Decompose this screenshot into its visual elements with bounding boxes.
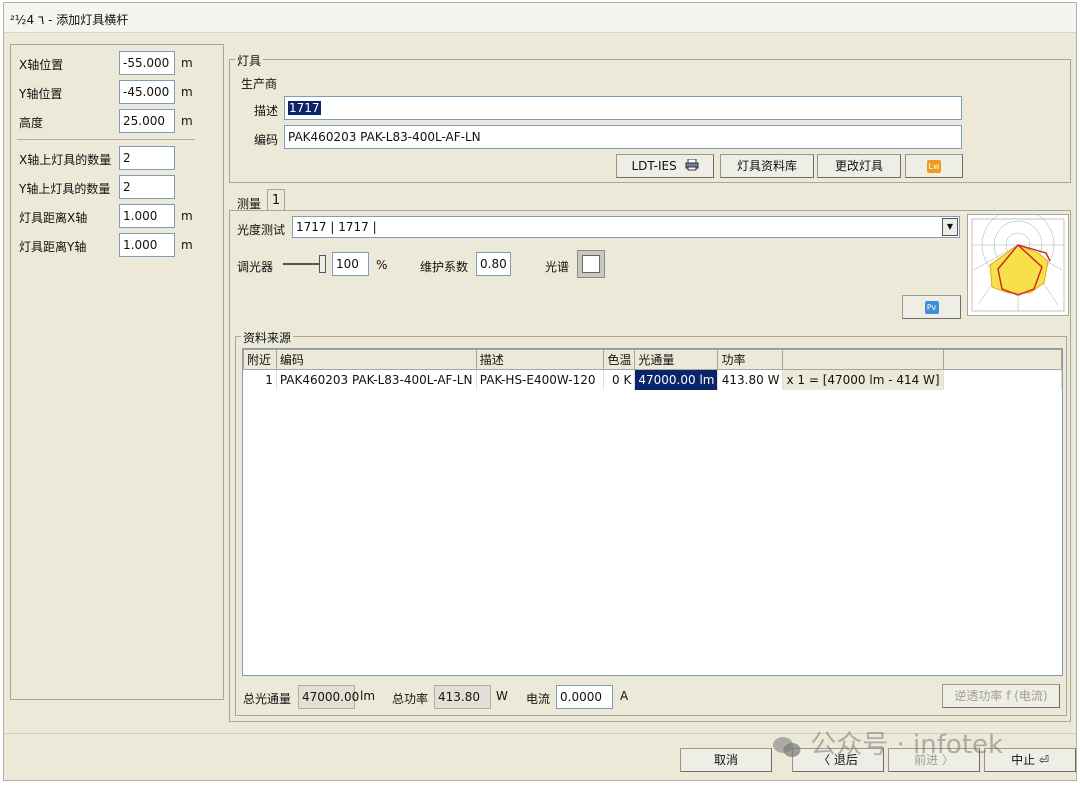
change-luminaire-button[interactable]: 更改灯具 bbox=[817, 154, 901, 178]
y-position-unit: m bbox=[181, 85, 193, 99]
current-unit: A bbox=[620, 689, 629, 703]
maintenance-label: 维护系数 bbox=[420, 260, 469, 274]
height-input[interactable]: 25.000 bbox=[119, 109, 175, 133]
x-position-unit: m bbox=[181, 56, 193, 70]
height-label: 高度 bbox=[19, 116, 44, 130]
y-distance-unit: m bbox=[181, 238, 193, 252]
total-flux-label: 总光通量 bbox=[243, 692, 292, 706]
spectrum-color bbox=[582, 255, 600, 273]
luminaire-group-title: 灯具 bbox=[235, 52, 264, 69]
window-title: ²½4 ٦ - 添加灯具横杆 bbox=[10, 13, 129, 27]
total-power-unit: W bbox=[496, 689, 508, 703]
y-distance-input[interactable]: 1.000 bbox=[119, 233, 175, 257]
current-input[interactable]: 0.0000 bbox=[556, 685, 613, 709]
height-unit: m bbox=[181, 114, 193, 128]
photometry-label: 光度测试 bbox=[237, 223, 286, 237]
column-header[interactable]: 编码 bbox=[275, 349, 477, 370]
dimmer-input[interactable]: 100 bbox=[332, 252, 369, 276]
column-header[interactable]: 附近 bbox=[243, 349, 277, 370]
pv-button[interactable]: Pv bbox=[902, 295, 961, 319]
wechat-icon bbox=[772, 735, 802, 757]
reverse-power-button[interactable]: 逆透功率 f (电流) bbox=[942, 684, 1060, 708]
current-label: 电流 bbox=[526, 692, 551, 706]
maintenance-input[interactable]: 0.80 bbox=[476, 252, 511, 276]
source-table-wrapper: 附近 编码 描述 色温 光通量 功率 1 PAK460203 PAK-L83-4… bbox=[242, 348, 1063, 676]
table-row[interactable]: 1 PAK460203 PAK-L83-400L-AF-LN PAK-HS-E4… bbox=[243, 369, 1062, 390]
column-header[interactable]: 描述 bbox=[475, 349, 605, 370]
lw-button[interactable]: Lw bbox=[905, 154, 963, 178]
dimmer-label: 调光器 bbox=[237, 260, 274, 274]
dimmer-track bbox=[283, 263, 323, 265]
spectrum-label: 光谱 bbox=[545, 260, 570, 274]
spectrum-swatch[interactable] bbox=[577, 250, 605, 278]
total-power-label: 总功率 bbox=[392, 692, 429, 706]
photometry-value: 1717 | 1717 | bbox=[296, 220, 377, 234]
table-cell[interactable]: x 1 = [47000 lm - 414 W] bbox=[782, 369, 944, 390]
tab-measure-index[interactable]: 1 bbox=[267, 189, 285, 211]
lw-icon: Lw bbox=[927, 160, 941, 173]
y-position-input[interactable]: -45.000 bbox=[119, 80, 175, 104]
column-header[interactable]: 光通量 bbox=[634, 349, 719, 370]
column-header[interactable]: 色温 bbox=[603, 349, 636, 370]
ldt-ies-button[interactable]: LDT-IES bbox=[616, 154, 714, 178]
y-distance-label: 灯具距离Y轴 bbox=[19, 240, 87, 254]
dimmer-slider[interactable] bbox=[283, 253, 327, 275]
source-group-title: 资料来源 bbox=[241, 329, 294, 346]
code-label: 编码 bbox=[254, 133, 279, 147]
column-header-filler bbox=[942, 349, 1062, 370]
table-cell[interactable]: 0 K bbox=[603, 369, 636, 390]
x-count-input[interactable]: 2 bbox=[119, 146, 175, 170]
x-distance-label: 灯具距离X轴 bbox=[19, 211, 88, 225]
x-position-label: X轴位置 bbox=[19, 58, 64, 72]
total-flux-value: 47000.00 bbox=[298, 685, 359, 709]
table-cell-filler bbox=[943, 369, 1062, 390]
photometric-diagram bbox=[967, 214, 1069, 316]
y-count-label: Y轴上灯具的数量 bbox=[19, 182, 111, 196]
description-label: 描述 bbox=[254, 104, 279, 118]
table-cell[interactable]: PAK-HS-E400W-120 bbox=[476, 369, 605, 390]
code-input[interactable]: PAK460203 PAK-L83-400L-AF-LN bbox=[284, 125, 962, 149]
x-distance-input[interactable]: 1.000 bbox=[119, 204, 175, 228]
luminaire-catalog-button[interactable]: 灯具资料库 bbox=[720, 154, 814, 178]
y-count-input[interactable]: 2 bbox=[119, 175, 175, 199]
watermark-text: 公众号 · infotek bbox=[810, 730, 1004, 760]
table-header-row: 附近 编码 描述 色温 光通量 功率 bbox=[243, 349, 1062, 370]
description-input[interactable]: 1717 bbox=[284, 96, 962, 120]
left-divider bbox=[17, 139, 195, 140]
tab-measure-index-label: 1 bbox=[271, 193, 281, 208]
source-table: 附近 编码 描述 色温 光通量 功率 1 PAK460203 PAK-L83-4… bbox=[243, 349, 1062, 390]
x-distance-unit: m bbox=[181, 209, 193, 223]
pv-icon: Pv bbox=[924, 301, 939, 314]
polar-diagram-icon bbox=[971, 215, 1065, 312]
dimmer-thumb[interactable] bbox=[319, 255, 326, 273]
chevron-down-icon[interactable]: ▼ bbox=[942, 218, 958, 236]
table-cell[interactable]: PAK460203 PAK-L83-400L-AF-LN bbox=[276, 369, 477, 390]
x-position-input[interactable]: -55.000 bbox=[119, 51, 175, 75]
table-cell-selected[interactable]: 47000.00 lm bbox=[634, 369, 719, 390]
column-header[interactable] bbox=[782, 349, 944, 370]
watermark: 公众号 · infotek bbox=[772, 724, 1003, 761]
add-pole-dialog: ²½4 ٦ - 添加灯具横杆 X轴位置 -55.000 m Y轴位置 -45.0… bbox=[3, 2, 1077, 781]
table-cell[interactable]: 413.80 W bbox=[717, 369, 784, 390]
total-flux-unit: lm bbox=[360, 689, 376, 703]
cancel-button[interactable]: 取消 bbox=[680, 748, 772, 772]
position-panel: X轴位置 -55.000 m Y轴位置 -45.000 m 高度 25.000 … bbox=[10, 44, 224, 700]
total-power-value: 413.80 bbox=[434, 685, 491, 709]
manufacturer-label: 生产商 bbox=[241, 77, 278, 91]
y-position-label: Y轴位置 bbox=[19, 87, 63, 101]
title-bar: ²½4 ٦ - 添加灯具横杆 bbox=[4, 3, 1076, 33]
description-value: 1717 bbox=[288, 101, 321, 115]
printer-icon bbox=[685, 156, 699, 178]
dimmer-unit: % bbox=[376, 258, 388, 272]
ldt-ies-label: LDT-IES bbox=[631, 159, 677, 173]
x-count-label: X轴上灯具的数量 bbox=[19, 153, 112, 167]
column-header[interactable]: 功率 bbox=[717, 349, 784, 370]
photometry-select[interactable]: 1717 | 1717 | ▼ bbox=[292, 216, 960, 238]
table-cell[interactable]: 1 bbox=[243, 369, 277, 390]
